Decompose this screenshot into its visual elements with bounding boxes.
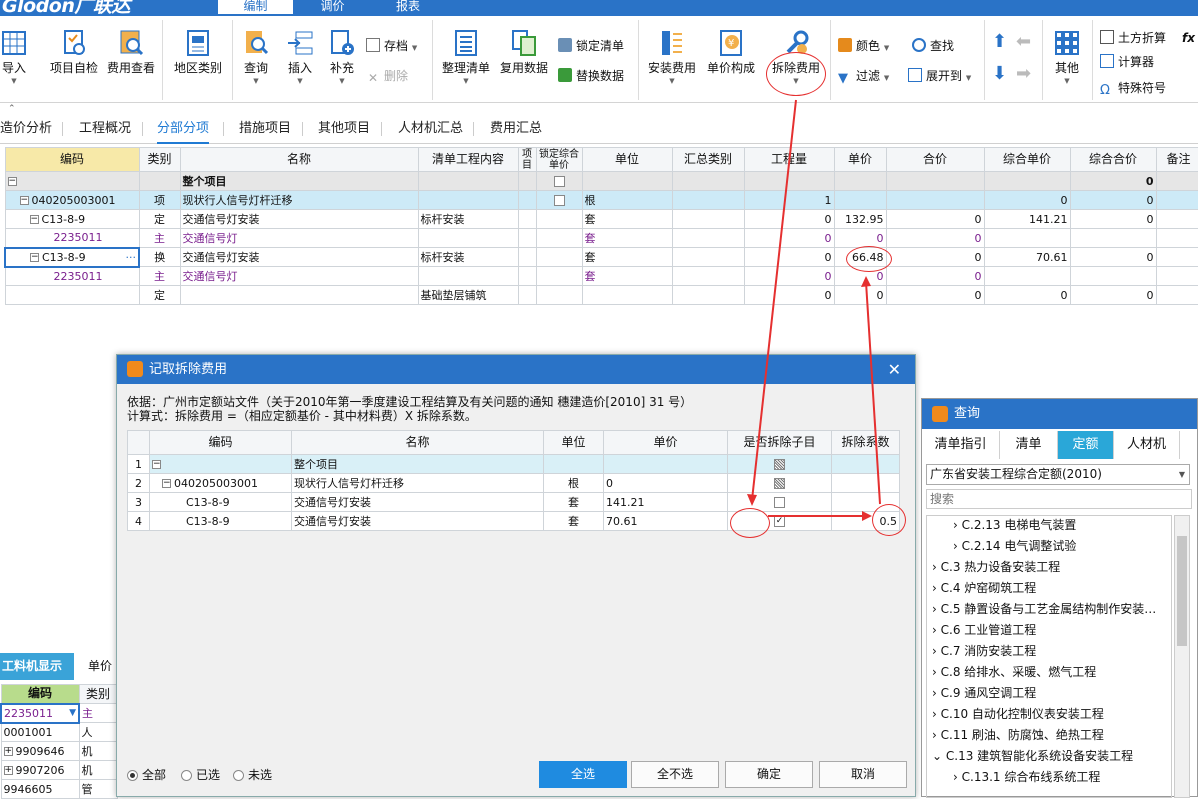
- annotation-arrows: [747, 99, 881, 521]
